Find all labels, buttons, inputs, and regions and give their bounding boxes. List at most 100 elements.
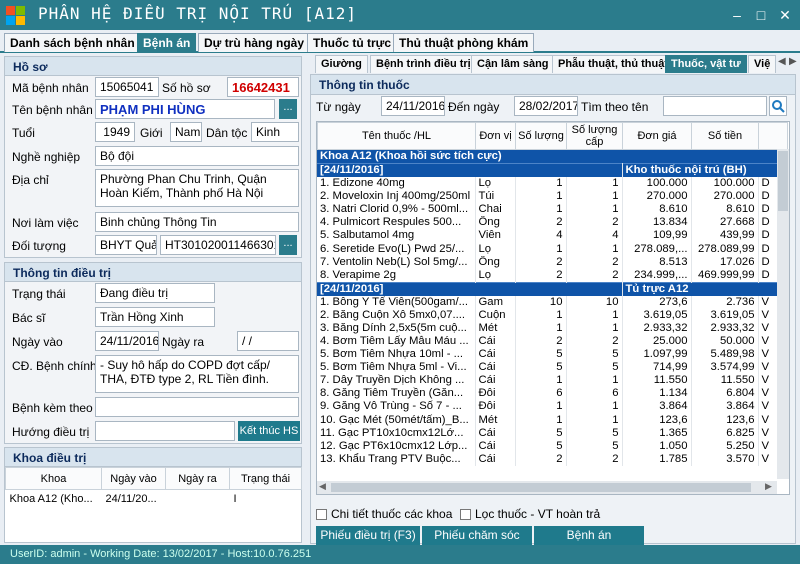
nghe-nghiep-field[interactable]: Bộ đội: [95, 146, 299, 166]
table-row[interactable]: 1. Edizone 40mg Lọ 1 1 100.000 100.000 D: [317, 177, 788, 191]
patient-lookup-button[interactable]: ...: [279, 99, 297, 119]
table-cell: 5: [566, 348, 623, 362]
doi-tuong-lookup-button[interactable]: ...: [279, 235, 297, 255]
tu-ngay-field[interactable]: 24/11/2016: [381, 96, 445, 116]
col-header-ten-thuoc[interactable]: Tên thuốc /HL: [317, 122, 476, 150]
table-row[interactable]: 4. Bơm Tiêm Lấy Mẫu Máu ... Cái 2 2 25.000 50…: [317, 334, 788, 349]
phieu-cham-soc-button[interactable]: Phiếu chăm sóc (F4): [422, 526, 532, 561]
den-ngay-field[interactable]: 28/02/2017: [514, 96, 578, 116]
table-cell: 234.999,...: [622, 268, 692, 283]
table-row[interactable]: 12. Gạc PT6x10cmx12 Lớp... Cái 5 5 1.050 5.25…: [317, 439, 788, 453]
table-cell: 273,6: [622, 295, 692, 309]
sub-group-row[interactable]: [24/11/2016] Tủ trực A12: [317, 281, 788, 296]
table-cell: 2: [566, 334, 623, 349]
treatment-section-title: Thông tin điều trị: [5, 263, 301, 282]
ma-benh-nhan-field[interactable]: 15065041: [95, 77, 159, 97]
search-icon[interactable]: [769, 96, 787, 116]
trang-thai-field[interactable]: Đang điều trị: [95, 283, 215, 303]
dia-chi-field[interactable]: Phường Phan Chu Trinh, Quận Hoàn Kiếm, T…: [95, 169, 299, 207]
scroll-thumb[interactable]: [331, 483, 751, 492]
scroll-right-icon[interactable]: ▶: [765, 481, 772, 492]
tab-thu-thuat-phong-kham[interactable]: Thủ thuật phòng khám: [393, 33, 535, 52]
scroll-thumb[interactable]: [778, 151, 788, 211]
doi-tuong-code-field[interactable]: HT3010200114663010: [160, 235, 276, 255]
scroll-left-icon[interactable]: ◀: [319, 481, 326, 492]
tab-benh-an[interactable]: Bệnh án: [137, 33, 197, 52]
gioi-field[interactable]: Nam: [170, 122, 202, 142]
table-cell: 6: [566, 387, 623, 401]
ket-thuc-hs-button[interactable]: Kết thúc HS: [238, 421, 300, 441]
tab-thuoc-tu-truc[interactable]: Thuốc tủ trực: [307, 33, 398, 52]
khoa-col-header[interactable]: Ngày vào: [101, 467, 166, 490]
tab-phau-thuat[interactable]: Phẫu thuật, thủ thuật: [552, 55, 674, 73]
table-row[interactable]: 9. Găng Vô Trùng - Số 7 - ... Đôi 1 1 3.864 3…: [317, 400, 788, 414]
tab-thuoc-vat-tu[interactable]: Thuốc, vật tư: [665, 55, 747, 73]
huong-dieu-tri-field[interactable]: [95, 421, 235, 441]
doi-tuong-field[interactable]: BHYT Quả: [95, 235, 157, 255]
huong-dieu-tri-label: Hướng điều trị: [12, 425, 90, 439]
table-row[interactable]: 2. Moveloxin Inj 400mg/250ml Túi 1 1 270.000…: [317, 190, 788, 204]
noi-lam-viec-field[interactable]: Binh chủng Thông Tin: [95, 212, 299, 232]
sub-group-row[interactable]: [24/11/2016] Kho thuốc nội trú (BH): [317, 163, 788, 177]
drug-horizontal-scrollbar[interactable]: ◀ ▶: [317, 481, 777, 494]
tab-benh-trinh[interactable]: Bệnh trình điều trị: [370, 55, 477, 73]
table-row[interactable]: 6. Seretide Evo(L) Pwd 25/... Lọ 1 1 278.089…: [317, 242, 788, 256]
table-row[interactable]: 5. Salbutamol 4mg Viên 4 4 109,99 439,99 D: [317, 229, 788, 243]
col-header-so-luong[interactable]: Số lượng: [515, 122, 567, 150]
phieu-dieu-tri-button[interactable]: Phiếu điều trị (F3): [316, 526, 420, 545]
group-row[interactable]: Khoa A12 (Khoa hồi sức tích cực): [317, 150, 788, 164]
table-row[interactable]: 1. Bông Y Tế Viên(500gam/... Gam 10 10 273,6…: [317, 295, 788, 309]
benh-an-button[interactable]: Bệnh án: [534, 526, 644, 545]
tab-du-tru-hang-ngay[interactable]: Dự trù hàng ngày: [198, 33, 311, 52]
table-row[interactable]: 8. Găng Tiêm Truyền (Găn... Đôi 6 6 1.134 6.8…: [317, 387, 788, 401]
ngay-vao-field[interactable]: 24/11/2016: [95, 331, 159, 351]
benh-kem-theo-field[interactable]: [95, 397, 299, 417]
tab-vien[interactable]: Việ: [748, 55, 777, 73]
col-header-so-luong-cap[interactable]: Số lượng cấp: [566, 122, 623, 150]
col-header-extra[interactable]: [758, 122, 788, 150]
ten-benh-nhan-field[interactable]: PHẠM PHI HÙNG: [95, 99, 275, 119]
dan-toc-field[interactable]: Kinh: [251, 122, 299, 142]
table-cell: Cái: [475, 348, 516, 362]
minimize-button[interactable]: –: [728, 6, 746, 24]
table-row[interactable]: 5. Bơm Tiêm Nhựa 10ml - ... Cái 5 5 1.097,99…: [317, 348, 788, 362]
table-row[interactable]: 3. Natri Clorid 0,9% - 500ml... Chai 1 1 8.6…: [317, 203, 788, 217]
tab-danh-sach-benh-nhan[interactable]: Danh sách bệnh nhân: [4, 33, 141, 52]
col-header-don-vi[interactable]: Đơn vị: [475, 122, 516, 150]
table-row[interactable]: 2. Băng Cuộn Xô 5mx0,07.... Cuộn 1 1 3.619,0…: [317, 308, 788, 322]
table-row[interactable]: 7. Dây Truyền Dịch Không ... Cái 1 1 11.550 1…: [317, 374, 788, 388]
tuoi-field[interactable]: 1949: [95, 122, 135, 142]
khoa-col-header[interactable]: Khoa: [5, 467, 102, 490]
col-header-so-tien[interactable]: Số tiền: [691, 122, 759, 150]
cd-benh-chinh-field[interactable]: - Suy hô hấp do COPD đợt cấp/ THA, ĐTĐ t…: [95, 355, 299, 393]
bac-si-field[interactable]: Trần Hồng Xinh: [95, 307, 215, 327]
table-row[interactable]: 3. Băng Dính 2,5x5(5m cuộ... Mét 1 1 2.933,3…: [317, 321, 788, 335]
tab-scroll-right-icon[interactable]: ▶: [789, 56, 797, 67]
cd-benh-chinh-label: CĐ. Bệnh chính: [12, 359, 97, 373]
ngay-ra-field[interactable]: / /: [237, 331, 299, 351]
khoa-col-header[interactable]: Ngày ra: [165, 467, 230, 490]
chi-tiet-checkbox[interactable]: [316, 509, 327, 520]
so-ho-so-field[interactable]: 16642431: [227, 77, 299, 97]
tab-giuong[interactable]: Giường: [315, 55, 368, 73]
drug-table-header: Tên thuốc /HL Đơn vị Số lượng Số lượng c…: [317, 122, 788, 150]
table-row[interactable]: 10. Gạc Mét (50mét/tấm)_B... Mét 1 1 123,6 12…: [317, 413, 788, 427]
table-row[interactable]: 4. Pulmicort Respules 500... Ống 2 2 13.834 2…: [317, 216, 788, 230]
table-cell: 5: [515, 348, 567, 362]
tab-can-lam-sang[interactable]: Cận lâm sàng: [471, 55, 555, 73]
table-row[interactable]: 11. Gạc PT10x10cmx12Lớ... Cái 5 5 1.365 6.825…: [317, 426, 788, 440]
table-row[interactable]: 5. Bơm Tiêm Nhựa 5ml - Vi... Cái 5 5 714,99 3…: [317, 361, 788, 375]
table-row[interactable]: Khoa A12 (Kho... 24/11/20... I: [6, 490, 302, 508]
table-row[interactable]: 13. Khẩu Trang PTV Buộc... Cái 2 2 1.785 3.57…: [317, 452, 788, 466]
tab-scroll-left-icon[interactable]: ◀: [778, 56, 786, 67]
close-button[interactable]: ✕: [776, 6, 794, 24]
khoa-col-header[interactable]: Trạng thái: [229, 467, 302, 490]
col-header-don-gia[interactable]: Đơn giá: [622, 122, 692, 150]
loc-thuoc-checkbox[interactable]: [460, 509, 471, 520]
drug-vertical-scrollbar[interactable]: [777, 149, 789, 479]
table-row[interactable]: 8. Verapime 2g Lọ 2 2 234.999,... 469.999,99 D: [317, 268, 788, 283]
table-row[interactable]: 7. Ventolin Neb(L) Sol 5mg/... Ống 2 2 8.513…: [317, 255, 788, 269]
search-input[interactable]: [663, 96, 767, 116]
maximize-button[interactable]: □: [752, 6, 770, 24]
table-cell: 2.736: [691, 295, 759, 309]
